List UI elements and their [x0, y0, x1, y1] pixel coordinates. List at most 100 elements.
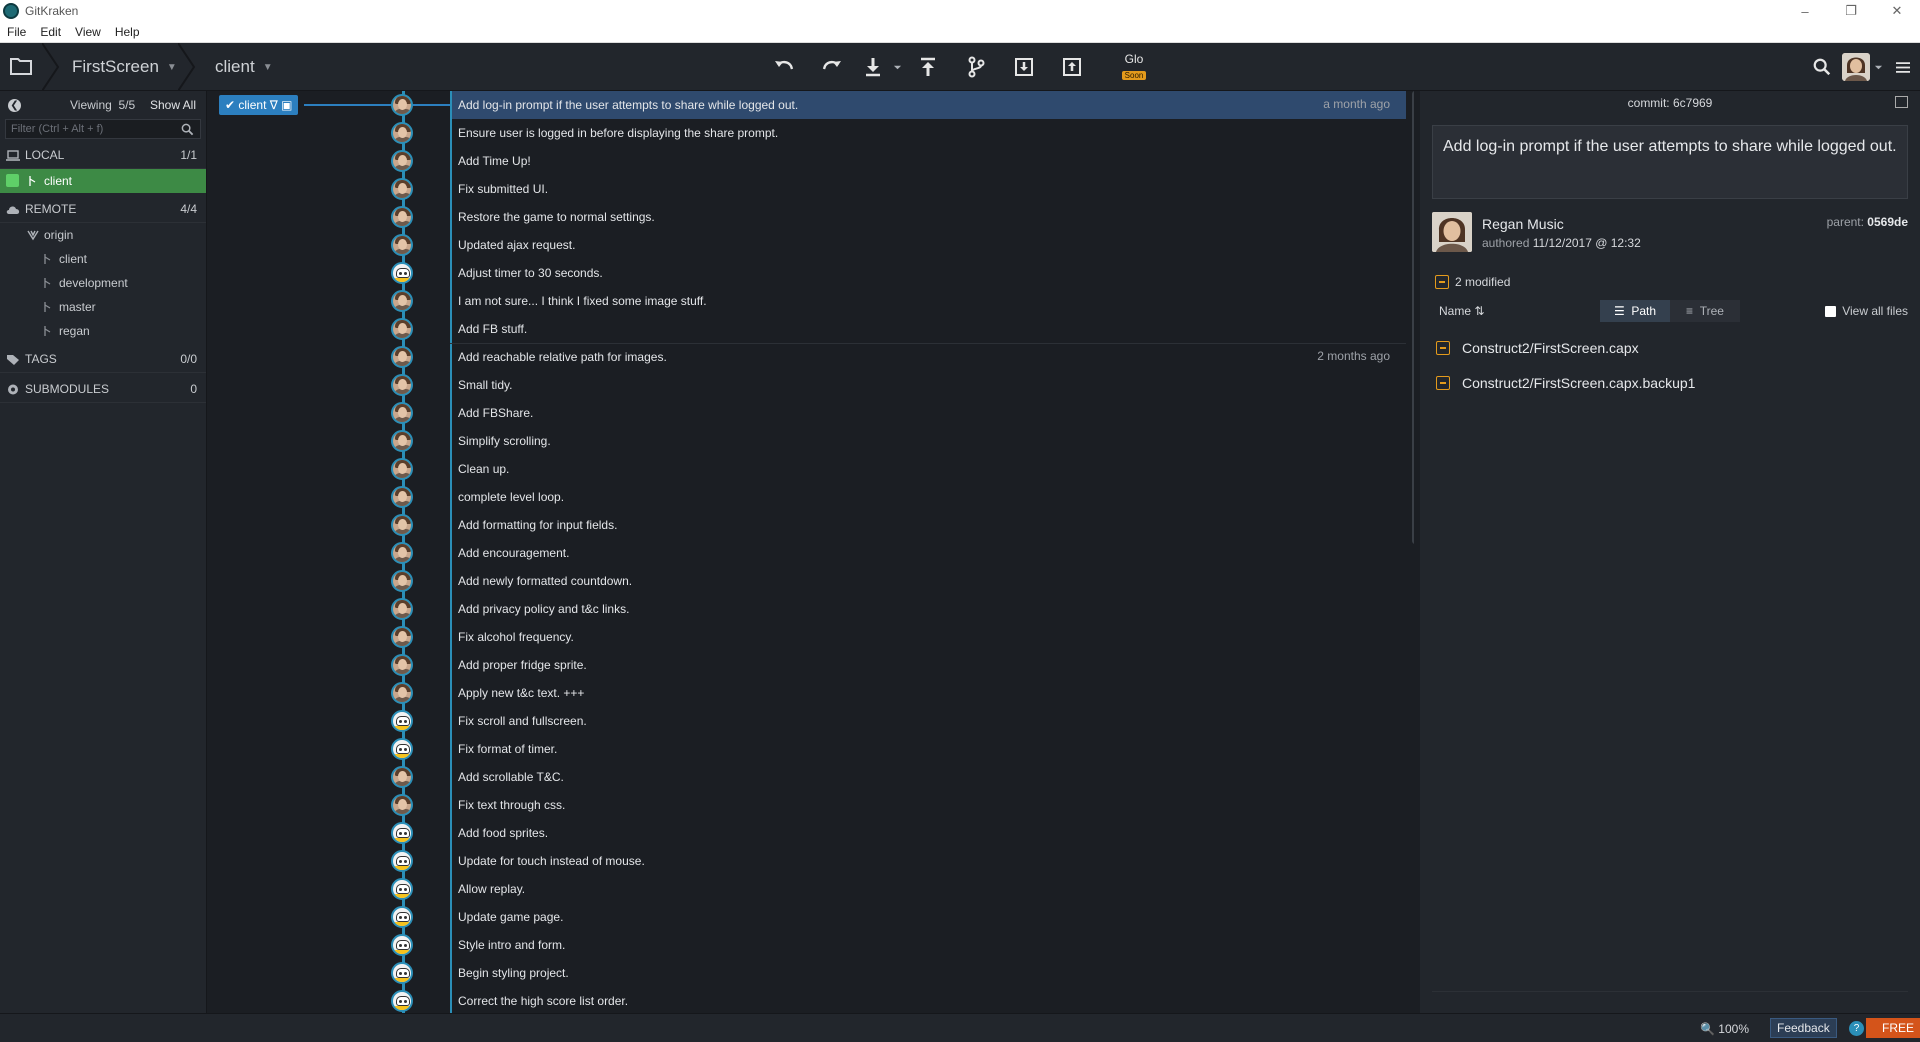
commit-row[interactable]: Add proper fridge sprite.: [208, 651, 1414, 679]
commit-avatar-icon[interactable]: [391, 514, 413, 536]
tree-view-button[interactable]: ≡ Tree: [1670, 300, 1740, 322]
commit-avatar-icon[interactable]: [391, 318, 413, 340]
commit-avatar-icon[interactable]: [391, 234, 413, 256]
commit-avatar-icon[interactable]: [391, 598, 413, 620]
commit-row[interactable]: Updated ajax request.: [208, 231, 1414, 259]
commit-row[interactable]: Adjust timer to 30 seconds.: [208, 259, 1414, 287]
name-sort-button[interactable]: Name ⇅: [1439, 304, 1484, 318]
feedback-button[interactable]: Feedback: [1770, 1018, 1837, 1038]
commit-summary[interactable]: Add log-in prompt if the user attempts t…: [1432, 125, 1908, 199]
commit-row[interactable]: Small tidy.: [208, 371, 1414, 399]
menu-file[interactable]: File: [0, 25, 33, 39]
commit-avatar-bot-icon[interactable]: [391, 934, 413, 956]
commit-row[interactable]: Add formatting for input fields.: [208, 511, 1414, 539]
commit-avatar-icon[interactable]: [391, 794, 413, 816]
commit-avatar-bot-icon[interactable]: [391, 962, 413, 984]
expand-icon[interactable]: [1895, 96, 1908, 108]
commit-avatar-bot-icon[interactable]: [391, 906, 413, 928]
graph-scrollbar[interactable]: [1412, 91, 1414, 544]
redo-button[interactable]: [808, 43, 856, 91]
commit-avatar-bot-icon[interactable]: [391, 710, 413, 732]
commit-avatar-icon[interactable]: [391, 94, 413, 116]
commit-avatar-icon[interactable]: [391, 374, 413, 396]
submodules-section-header[interactable]: SUBMODULES 0: [0, 376, 206, 403]
commit-row[interactable]: Add FB stuff.: [208, 315, 1414, 343]
tags-section-header[interactable]: TAGS 0/0: [0, 346, 206, 373]
view-all-checkbox[interactable]: [1825, 305, 1837, 317]
commit-avatar-bot-icon[interactable]: [391, 878, 413, 900]
undo-button[interactable]: [760, 43, 808, 91]
search-button[interactable]: [1802, 43, 1842, 91]
commit-row[interactable]: Allow replay.: [208, 875, 1414, 903]
commit-row[interactable]: Fix text through css.: [208, 791, 1414, 819]
hamburger-menu-button[interactable]: [1886, 43, 1920, 91]
commit-row[interactable]: Add privacy policy and t&c links.: [208, 595, 1414, 623]
repo-selector[interactable]: FirstScreen ▼: [72, 43, 177, 91]
commit-row[interactable]: Ensure user is logged in before displayi…: [208, 119, 1414, 147]
commit-row[interactable]: Add log-in prompt if the user attempts t…: [208, 91, 1414, 119]
sidebar-item-local-client[interactable]: client: [0, 169, 206, 193]
commit-sha[interactable]: 6c7969: [1673, 96, 1712, 110]
path-view-button[interactable]: ☰ Path: [1600, 300, 1670, 322]
commit-avatar-icon[interactable]: [391, 682, 413, 704]
commit-row[interactable]: Add scrollable T&C.: [208, 763, 1414, 791]
commit-row[interactable]: Add encouragement.: [208, 539, 1414, 567]
free-badge[interactable]: FREE: [1866, 1018, 1920, 1038]
commit-avatar-icon[interactable]: [391, 178, 413, 200]
commit-avatar-icon[interactable]: [391, 206, 413, 228]
commit-avatar-icon[interactable]: [391, 458, 413, 480]
menu-help[interactable]: Help: [108, 25, 147, 39]
remote-section-header[interactable]: REMOTE 4/4: [0, 196, 206, 223]
branch-selector[interactable]: client ▼: [215, 43, 273, 91]
sidebar-item-remote-branch[interactable]: client: [0, 247, 206, 271]
sidebar-item-remote-branch[interactable]: development: [0, 271, 206, 295]
commit-row[interactable]: Apply new t&c text. +++: [208, 679, 1414, 707]
commit-row[interactable]: Simplify scrolling.: [208, 427, 1414, 455]
sidebar-item-remote-branch[interactable]: master: [0, 295, 206, 319]
commit-row[interactable]: Add FBShare.: [208, 399, 1414, 427]
commit-row[interactable]: Add Time Up!: [208, 147, 1414, 175]
close-window-button[interactable]: ✕: [1874, 0, 1920, 22]
push-button[interactable]: [904, 43, 952, 91]
commit-avatar-bot-icon[interactable]: [391, 738, 413, 760]
commit-avatar-bot-icon[interactable]: [391, 850, 413, 872]
branch-button[interactable]: [952, 43, 1000, 91]
commit-avatar-icon[interactable]: [391, 430, 413, 452]
commit-avatar-icon[interactable]: [391, 766, 413, 788]
local-section-header[interactable]: LOCAL 1/1: [0, 142, 206, 169]
restore-button[interactable]: ❐: [1828, 0, 1874, 22]
commit-row[interactable]: Add newly formatted countdown.: [208, 567, 1414, 595]
commit-row[interactable]: Fix alcohol frequency.: [208, 623, 1414, 651]
sidebar-item-origin[interactable]: origin: [0, 223, 206, 247]
commit-avatar-icon[interactable]: [391, 290, 413, 312]
commit-avatar-icon[interactable]: [391, 346, 413, 368]
commit-avatar-icon[interactable]: [391, 570, 413, 592]
pull-button[interactable]: [856, 43, 890, 91]
commit-row[interactable]: Add reachable relative path for images. 2…: [208, 343, 1414, 371]
commit-avatar-icon[interactable]: [391, 402, 413, 424]
commit-avatar-icon[interactable]: [391, 150, 413, 172]
user-avatar[interactable]: [1842, 53, 1870, 81]
commit-avatar-icon[interactable]: [391, 626, 413, 648]
stash-button[interactable]: [1000, 43, 1048, 91]
filter-input[interactable]: [6, 120, 200, 138]
commit-row[interactable]: Fix scroll and fullscreen.: [208, 707, 1414, 735]
view-all-files-toggle[interactable]: View all files: [1825, 304, 1908, 318]
commit-row[interactable]: Update game page.: [208, 903, 1414, 931]
commit-avatar-icon[interactable]: [391, 654, 413, 676]
commit-avatar-icon[interactable]: [391, 542, 413, 564]
collapse-sidebar-icon[interactable]: ❮: [8, 99, 21, 112]
commit-row[interactable]: Begin styling project.: [208, 959, 1414, 987]
pop-button[interactable]: [1048, 43, 1096, 91]
file-row[interactable]: Construct2/FirstScreen.capx.backup1: [1432, 366, 1908, 401]
zoom-level[interactable]: 🔍 100%: [1700, 1022, 1749, 1036]
folder-icon[interactable]: [10, 57, 32, 75]
glo-button[interactable]: Glo Soon: [1120, 52, 1148, 84]
help-icon[interactable]: ?: [1849, 1021, 1864, 1036]
commit-row[interactable]: Fix format of timer.: [208, 735, 1414, 763]
commit-row[interactable]: Clean up.: [208, 455, 1414, 483]
commit-avatar-bot-icon[interactable]: [391, 262, 413, 284]
commit-row[interactable]: I am not sure... I think I fixed some im…: [208, 287, 1414, 315]
file-row[interactable]: Construct2/FirstScreen.capx: [1432, 331, 1908, 366]
commit-row[interactable]: Add food sprites.: [208, 819, 1414, 847]
